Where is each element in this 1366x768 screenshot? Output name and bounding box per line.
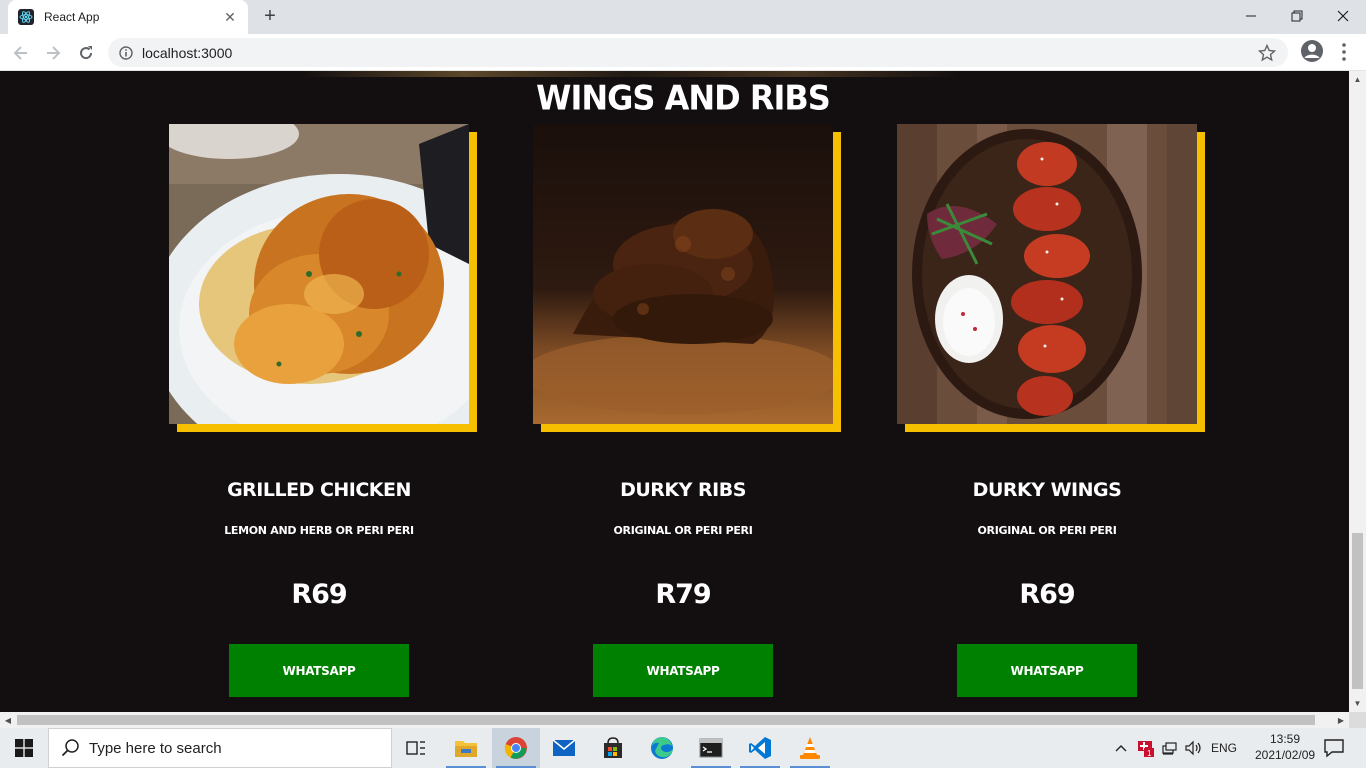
clock-date: 2021/02/09 bbox=[1255, 748, 1316, 762]
menu-card-durky-wings: DURKY WINGS ORIGINAL OR PERI PERI R69 WH… bbox=[897, 124, 1207, 697]
photo-wrapper bbox=[533, 124, 843, 434]
minimize-button[interactable] bbox=[1228, 0, 1274, 32]
vlc-icon bbox=[800, 737, 820, 759]
reload-icon bbox=[80, 46, 93, 60]
close-icon bbox=[1337, 10, 1349, 22]
edge-icon bbox=[651, 737, 673, 759]
new-tab-button[interactable]: + bbox=[258, 6, 282, 28]
speaker-icon bbox=[1185, 740, 1201, 756]
info-icon[interactable] bbox=[119, 45, 133, 60]
vertical-scrollbar[interactable]: ▲ ▼ bbox=[1349, 71, 1366, 712]
bookmark-star-icon[interactable] bbox=[1258, 44, 1276, 62]
language-indicator[interactable]: ENG bbox=[1211, 738, 1237, 758]
horizontal-scroll-thumb[interactable] bbox=[17, 715, 1315, 725]
item-name: DURKY RIBS bbox=[620, 479, 746, 501]
search-placeholder: Type here to search bbox=[89, 739, 222, 757]
horizontal-scrollbar[interactable]: ◀ ▶ bbox=[0, 712, 1349, 728]
terminal-button[interactable] bbox=[687, 728, 735, 768]
store-button[interactable] bbox=[589, 728, 637, 768]
scrollbar-corner bbox=[1349, 712, 1366, 728]
reload-button[interactable] bbox=[73, 40, 99, 66]
minimize-icon bbox=[1246, 15, 1256, 17]
menu-kebab-icon[interactable] bbox=[1338, 39, 1350, 65]
section-title: WINGS AND RIBS bbox=[536, 78, 831, 118]
network-icon bbox=[1162, 742, 1177, 755]
tab-close-icon[interactable]: ✕ bbox=[222, 9, 238, 25]
durky-wings-image bbox=[897, 124, 1197, 424]
scroll-left-arrow-icon[interactable]: ◀ bbox=[0, 712, 16, 728]
chevron-up-icon bbox=[1115, 745, 1127, 752]
whatsapp-button[interactable]: WHATSAPP bbox=[957, 644, 1137, 697]
item-price: R79 bbox=[655, 579, 711, 610]
file-explorer-icon bbox=[455, 741, 477, 757]
vlc-button[interactable] bbox=[786, 728, 834, 768]
durky-ribs-image bbox=[533, 124, 833, 424]
vertical-scroll-thumb[interactable] bbox=[1352, 533, 1363, 689]
address-bar[interactable]: localhost:3000 bbox=[108, 38, 1288, 67]
browser-toolbar: localhost:3000 bbox=[0, 34, 1366, 71]
windows-logo-icon bbox=[15, 739, 33, 757]
windows-taskbar: Type here to search 1 ENG 13:59 2021/02/… bbox=[0, 728, 1366, 768]
clock-time: 13:59 bbox=[1269, 732, 1301, 746]
scroll-down-arrow-icon[interactable]: ▼ bbox=[1349, 695, 1366, 712]
page-viewport: WINGS AND RIBS GRILLED CHICKEN LEMON AND… bbox=[0, 71, 1349, 712]
react-logo-icon bbox=[18, 9, 34, 25]
vscode-button[interactable] bbox=[736, 728, 784, 768]
show-hidden-icons-button[interactable] bbox=[1114, 738, 1128, 758]
photo-wrapper bbox=[897, 124, 1207, 434]
photo-wrapper bbox=[169, 124, 479, 434]
item-name: DURKY WINGS bbox=[972, 479, 1122, 501]
whatsapp-button[interactable]: WHATSAPP bbox=[593, 644, 773, 697]
item-name: GRILLED CHICKEN bbox=[227, 479, 411, 501]
edge-button[interactable] bbox=[638, 728, 686, 768]
chrome-button[interactable] bbox=[492, 728, 540, 768]
system-clock[interactable]: 13:59 2021/02/09 bbox=[1255, 731, 1315, 763]
menu-card-grilled-chicken: GRILLED CHICKEN LEMON AND HERB OR PERI P… bbox=[169, 124, 479, 697]
scroll-up-arrow-icon[interactable]: ▲ bbox=[1349, 71, 1366, 88]
grilled-chicken-image bbox=[169, 124, 469, 424]
back-arrow-icon bbox=[13, 46, 27, 60]
chrome-icon bbox=[504, 737, 527, 759]
item-price: R69 bbox=[1019, 579, 1075, 610]
mail-icon bbox=[552, 739, 576, 756]
browser-tab[interactable]: React App ✕ bbox=[8, 0, 248, 34]
notification-icon[interactable] bbox=[1322, 736, 1346, 760]
search-icon bbox=[61, 739, 79, 757]
antivirus-icon: 1 bbox=[1138, 741, 1154, 757]
forward-button[interactable] bbox=[40, 40, 66, 66]
task-view-button[interactable] bbox=[392, 728, 440, 768]
svg-text:1: 1 bbox=[1147, 749, 1152, 757]
tab-title: React App bbox=[44, 10, 100, 24]
back-button[interactable] bbox=[8, 40, 34, 66]
item-description: ORIGINAL OR PERI PERI bbox=[613, 524, 753, 537]
restore-icon bbox=[1291, 10, 1303, 22]
whatsapp-button[interactable]: WHATSAPP bbox=[229, 644, 409, 697]
terminal-icon bbox=[699, 738, 723, 758]
vscode-icon bbox=[749, 737, 771, 759]
restore-button[interactable] bbox=[1274, 0, 1320, 32]
item-description: LEMON AND HERB OR PERI PERI bbox=[224, 524, 414, 537]
url-text: localhost:3000 bbox=[142, 44, 233, 61]
menu-card-durky-ribs: DURKY RIBS ORIGINAL OR PERI PERI R79 WHA… bbox=[533, 124, 843, 697]
close-window-button[interactable] bbox=[1320, 0, 1366, 32]
mail-button[interactable] bbox=[540, 728, 588, 768]
item-description: ORIGINAL OR PERI PERI bbox=[977, 524, 1117, 537]
store-icon bbox=[604, 737, 622, 758]
taskbar-search-box[interactable]: Type here to search bbox=[48, 728, 392, 768]
profile-avatar-icon[interactable] bbox=[1300, 39, 1324, 63]
file-explorer-button[interactable] bbox=[442, 728, 490, 768]
network-button[interactable] bbox=[1161, 738, 1181, 758]
tray-app-icon[interactable]: 1 bbox=[1136, 738, 1156, 758]
item-price: R69 bbox=[291, 579, 347, 610]
previous-section-image-edge bbox=[300, 71, 960, 77]
tab-strip: React App ✕ + bbox=[0, 0, 1366, 34]
scroll-right-arrow-icon[interactable]: ▶ bbox=[1333, 712, 1349, 728]
forward-arrow-icon bbox=[47, 46, 61, 60]
volume-button[interactable] bbox=[1185, 738, 1203, 758]
task-view-icon bbox=[406, 741, 425, 755]
start-button[interactable] bbox=[0, 728, 48, 768]
